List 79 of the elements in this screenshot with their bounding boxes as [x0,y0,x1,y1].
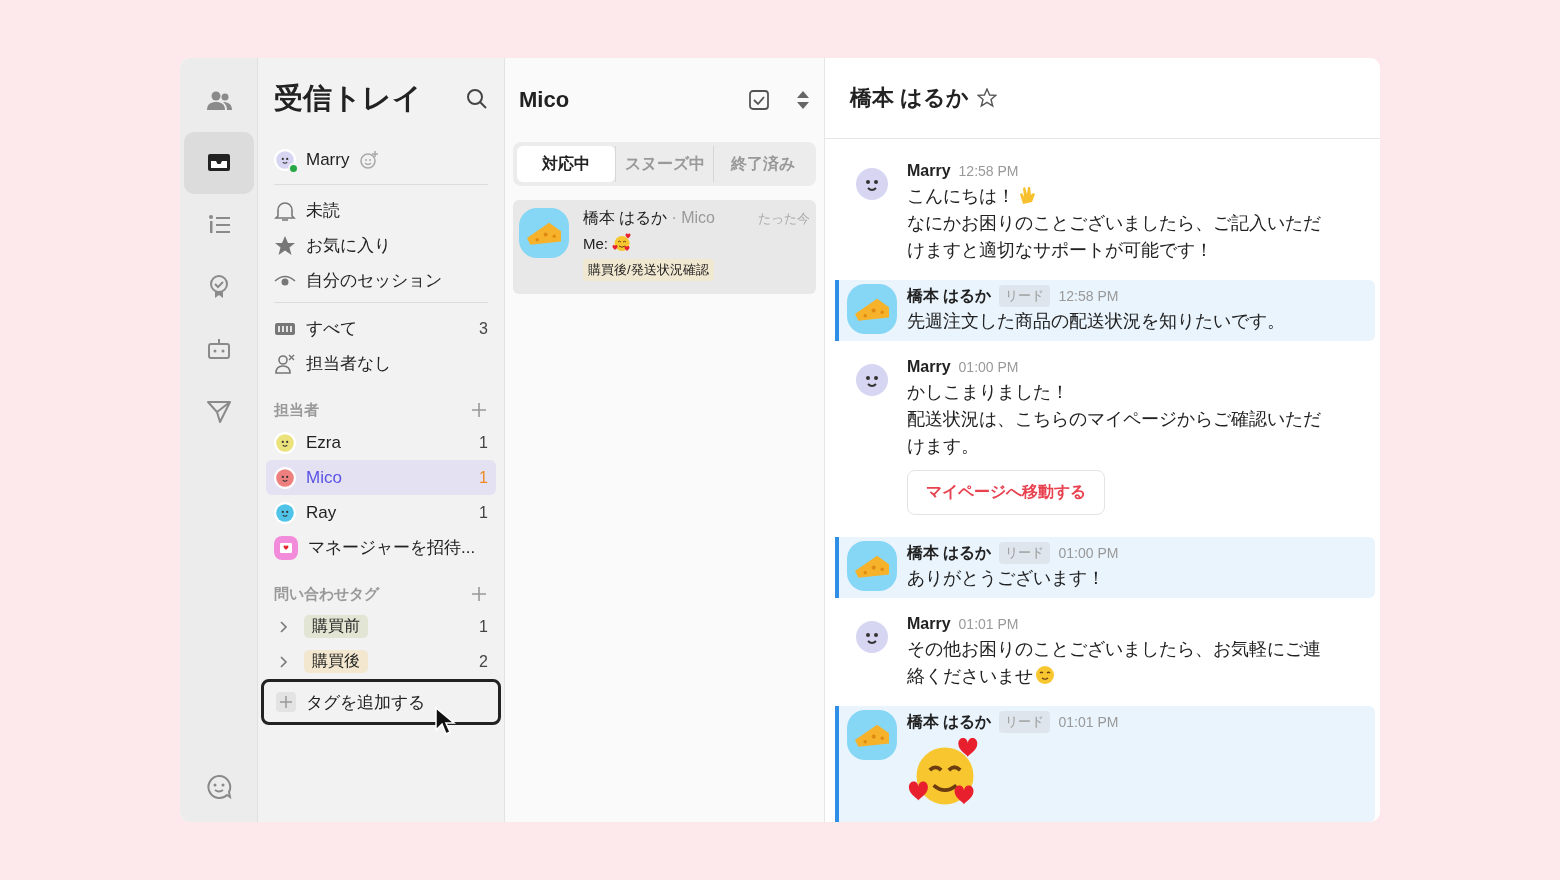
favorite-button[interactable] [977,88,998,108]
message-time: 01:01 PM [958,616,1019,632]
tag-label: 購買後/発送状況確認 [583,259,714,281]
sender-name: 橋本 はるか [907,711,992,732]
person-cross-icon [274,352,296,375]
sort-icon [796,90,810,110]
assignee-item[interactable]: Mico 1 [266,460,496,495]
bell-icon [274,199,296,222]
message-text: 配送状況は、こちらのマイページからご確認いただけます。 [907,408,1322,458]
assignee-avatar-icon [274,431,296,454]
message-text: かしこまりました！ [907,381,1070,404]
link-button[interactable]: マイページへ移動する [907,470,1105,515]
section-title: 担当者 [274,400,319,420]
inbox-title: 受信トレイ [274,81,422,116]
lead-badge: リード [999,285,1051,307]
message-text: なにかお困りのことございましたら、ご記入いただけますと適切なサポートが可能です！ [907,212,1322,262]
filter-item[interactable]: 自分のセッション [266,263,496,298]
lead-badge: リード [999,711,1051,733]
message-text: ありがとうございます！ [907,567,1106,590]
star-icon [977,88,998,108]
cheese-icon [527,221,561,245]
cheese-icon [855,554,889,578]
search-icon [466,88,488,110]
checkbox-icon [748,89,770,111]
sort-button[interactable] [796,90,810,110]
star-icon [274,234,296,257]
assignee-avatar-icon [274,466,296,489]
message-text: その他お困りのことございましたら、お気軽にご連絡くださいませ [907,638,1322,688]
tag-item[interactable]: 購買後 2 [266,644,496,679]
plus-icon [470,585,488,603]
mouse-cursor-icon [434,706,458,736]
filter-item[interactable]: お気に入り [266,228,496,263]
message-time: 01:00 PM [958,359,1019,375]
add-emoji-icon [359,150,380,170]
smiling-face-icon [1035,665,1055,685]
plus-icon [279,695,293,709]
status-tab[interactable]: 対応中 [517,146,615,182]
cheese-icon [855,723,889,747]
message-time: 01:00 PM [1058,545,1119,561]
user-name: Marry [306,150,350,170]
filter-item[interactable]: 未読 [266,193,496,228]
message-time: 12:58 PM [1058,288,1119,304]
message-preview: Me: [583,234,608,252]
add-assignee-button[interactable] [470,401,488,419]
sender-name: Marry [907,358,951,376]
item-count: 3 [479,319,488,338]
assignee-item[interactable]: Ray 1 [266,495,496,530]
tag-item[interactable]: 購買前 1 [266,609,496,644]
paper-plane-icon [205,398,232,424]
rail-button[interactable] [183,132,254,194]
user-avatar [274,149,296,171]
chat-title: 橋本 はるか [850,84,970,112]
view-item[interactable]: すべて 3 [266,311,496,346]
sender-name: 橋本 はるか [907,542,992,563]
contact-name: 橋本 はるか [583,208,668,228]
plus-icon [470,401,488,419]
assignee-item[interactable]: Ezra 1 [266,425,496,460]
message-text: 先週注文した商品の配送状況を知りたいです。 [907,310,1286,333]
list-title: Mico [519,87,571,113]
sender-name: 橋本 はるか [907,285,992,306]
sender-name: Marry [907,162,951,180]
message-text: こんにちは！ [907,183,1333,210]
cheese-icon [855,297,889,321]
view-item[interactable]: 担当者なし [266,346,496,381]
chat-smile-icon [205,774,232,800]
section-title: 問い合わせタグ [274,584,379,604]
smiling-face-with-hearts-icon [612,233,632,253]
assignee-name: · Mico [671,209,715,227]
sender-name: Marry [907,615,951,633]
message-time: 01:01 PM [1058,714,1119,730]
robot-icon [205,336,232,362]
assignee-avatar-icon [274,501,296,524]
add-tag-section-button[interactable] [470,585,488,603]
message-time: 12:58 PM [958,163,1019,179]
lead-badge: リード [999,542,1051,564]
invite-item[interactable]: マネージャーを招待... [266,530,496,565]
select-button[interactable] [748,89,770,111]
waving-hand-icon [1017,185,1037,205]
search-button[interactable] [466,88,488,110]
